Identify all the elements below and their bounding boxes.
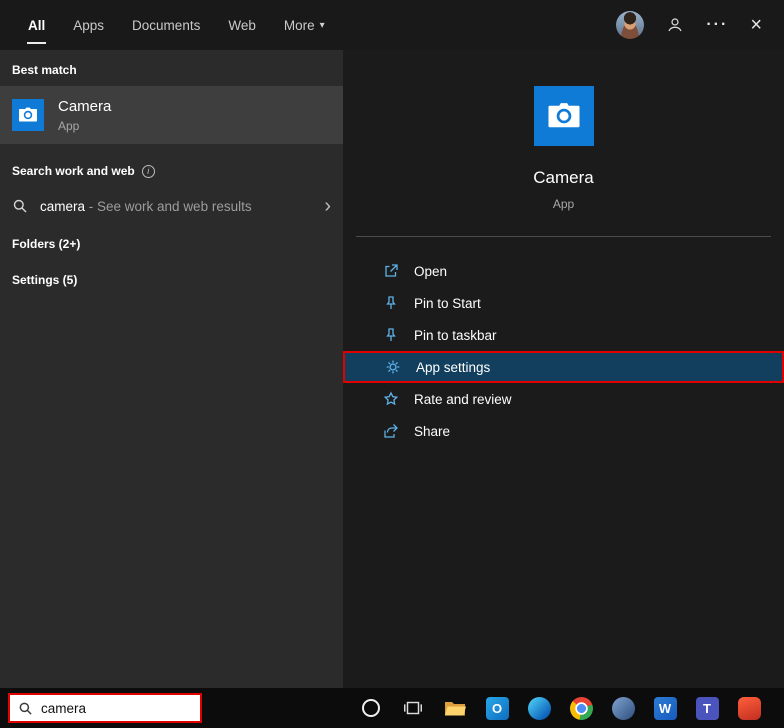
- tab-all[interactable]: All: [14, 0, 59, 50]
- office-icon[interactable]: [737, 696, 761, 720]
- tab-web-label: Web: [228, 17, 256, 33]
- tab-more[interactable]: More ▾: [270, 0, 339, 50]
- avatar[interactable]: [616, 11, 645, 39]
- action-rate-review-label: Rate and review: [414, 391, 512, 407]
- settings-section-heading[interactable]: Settings (5): [0, 261, 343, 297]
- word-icon[interactable]: W: [653, 696, 677, 720]
- search-input[interactable]: [41, 700, 171, 716]
- best-match-heading: Best match: [12, 63, 77, 77]
- action-pin-taskbar-label: Pin to taskbar: [414, 327, 497, 343]
- tab-apps-label: Apps: [73, 17, 105, 33]
- search-content: Best match Camera App Search work and we…: [0, 50, 784, 688]
- share-icon: [383, 423, 399, 439]
- task-view-icon[interactable]: [401, 696, 425, 720]
- preview-app-name: Camera: [533, 168, 594, 187]
- app-preview-panel: Camera App Open Pin to Start Pin to task…: [343, 50, 784, 688]
- tab-documents-label: Documents: [132, 17, 201, 33]
- action-share-label: Share: [414, 423, 451, 439]
- camera-app-icon: [12, 99, 44, 131]
- outlook-icon[interactable]: O: [485, 696, 509, 720]
- app-icon[interactable]: [611, 696, 635, 720]
- best-match-title: Camera: [58, 97, 112, 115]
- user-icon[interactable]: [666, 16, 684, 34]
- pin-icon: [383, 295, 399, 311]
- web-search-query: camera: [40, 198, 86, 214]
- camera-app-icon-large: [533, 86, 594, 146]
- filter-tabs: All Apps Documents Web More ▾: [0, 0, 339, 50]
- web-search-text: camera - See work and web results: [40, 199, 252, 214]
- best-match-subtitle: App: [58, 118, 80, 133]
- divider: [356, 236, 771, 237]
- topbar-actions: ··· ×: [616, 0, 784, 50]
- tab-documents[interactable]: Documents: [118, 0, 214, 50]
- cortana-icon[interactable]: [359, 696, 383, 720]
- action-share[interactable]: Share: [343, 415, 784, 447]
- web-search-result[interactable]: camera - See work and web results ›: [0, 187, 343, 225]
- taskbar: O W T: [0, 688, 784, 728]
- action-app-settings[interactable]: App settings: [343, 351, 784, 383]
- close-icon[interactable]: ×: [750, 14, 762, 37]
- windows-search-panel: All Apps Documents Web More ▾ ··· × Best…: [0, 0, 784, 728]
- info-icon[interactable]: i: [141, 164, 155, 178]
- search-icon: [18, 701, 33, 716]
- action-rate-and-review[interactable]: Rate and review: [343, 383, 784, 415]
- action-open-label: Open: [414, 263, 448, 279]
- best-match-result[interactable]: Camera App: [0, 86, 343, 144]
- ellipsis-icon[interactable]: ···: [706, 16, 728, 34]
- search-work-web-label: Search work and web: [12, 164, 135, 178]
- edge-icon[interactable]: [527, 696, 551, 720]
- chevron-right-icon[interactable]: ›: [324, 196, 331, 216]
- action-pin-to-start[interactable]: Pin to Start: [343, 287, 784, 319]
- search-icon: [12, 198, 28, 214]
- action-pin-start-label: Pin to Start: [414, 295, 481, 311]
- tab-all-label: All: [28, 17, 46, 33]
- open-icon: [383, 263, 399, 279]
- chrome-icon[interactable]: [569, 696, 593, 720]
- web-search-suffix: - See work and web results: [85, 198, 252, 214]
- search-filter-bar: All Apps Documents Web More ▾ ··· ×: [0, 0, 784, 50]
- action-open[interactable]: Open: [343, 255, 784, 287]
- taskbar-search-box[interactable]: [8, 693, 202, 723]
- tab-web[interactable]: Web: [214, 0, 270, 50]
- gear-icon: [385, 359, 401, 375]
- preview-app-type: App: [552, 197, 575, 211]
- folders-section-heading[interactable]: Folders (2+): [0, 225, 343, 261]
- teams-icon[interactable]: T: [695, 696, 719, 720]
- search-results-panel: Best match Camera App Search work and we…: [0, 50, 343, 688]
- tab-more-label: More: [283, 17, 315, 33]
- search-work-web-heading: Search work and web i: [0, 144, 343, 187]
- best-match-text: Camera App: [58, 98, 111, 133]
- tab-apps[interactable]: Apps: [59, 0, 118, 50]
- file-explorer-icon[interactable]: [443, 696, 467, 720]
- context-actions: Open Pin to Start Pin to taskbar App set…: [343, 255, 784, 447]
- taskbar-icons: O W T: [343, 688, 784, 728]
- star-icon: [383, 391, 399, 407]
- action-app-settings-label: App settings: [416, 359, 491, 375]
- action-pin-to-taskbar[interactable]: Pin to taskbar: [343, 319, 784, 351]
- pin-icon: [383, 327, 399, 343]
- chevron-down-icon: ▾: [319, 19, 325, 31]
